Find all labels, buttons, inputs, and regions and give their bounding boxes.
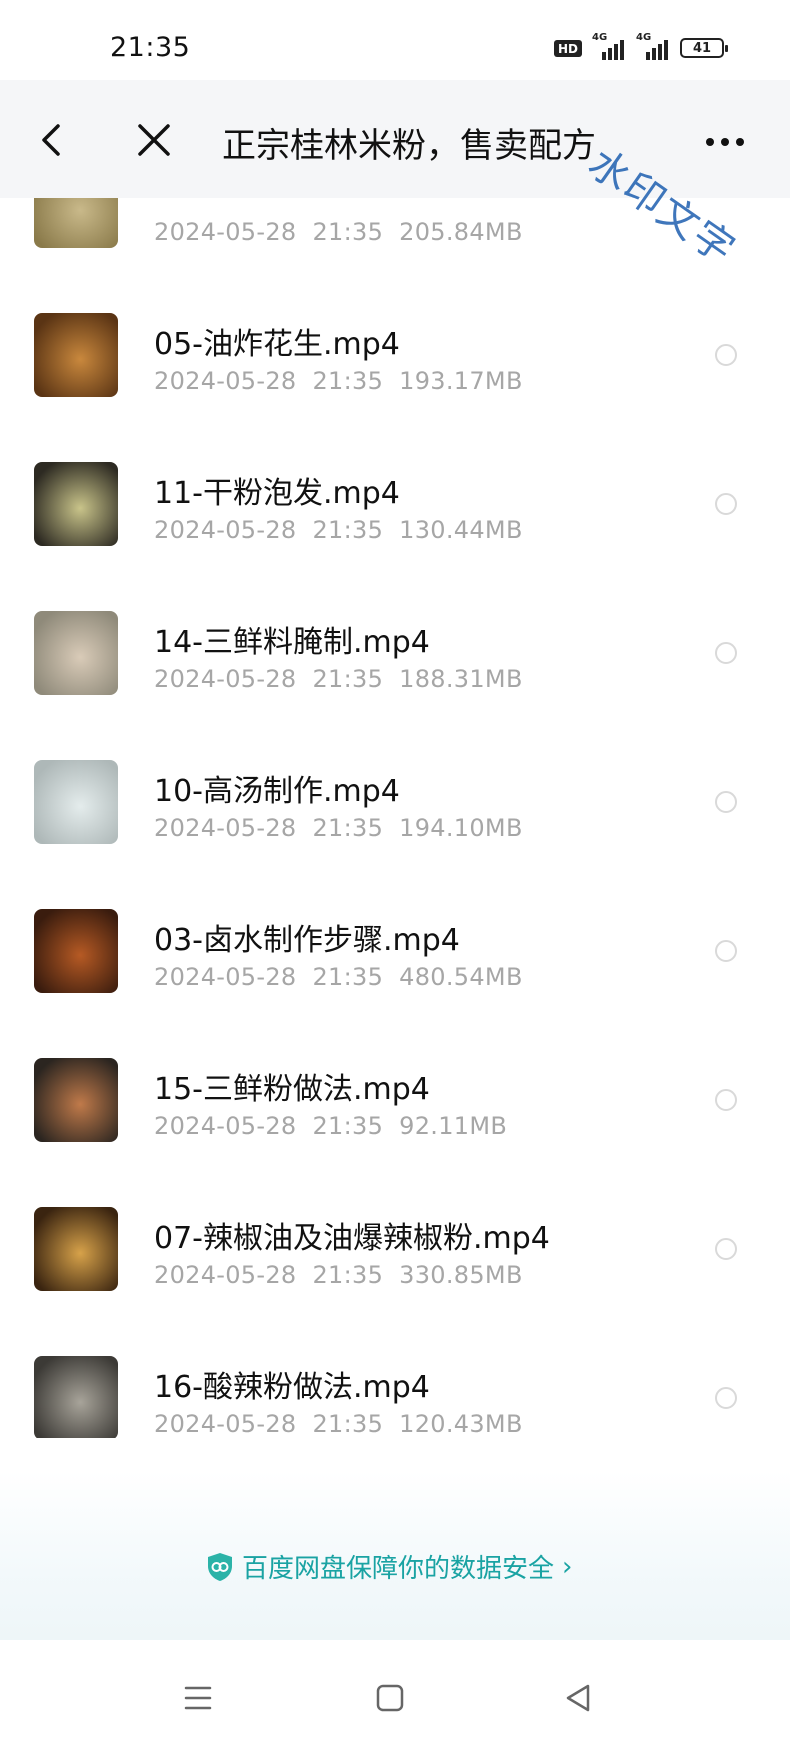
select-radio[interactable]	[715, 1387, 737, 1409]
file-list-item[interactable]: 03-卤水制作步骤.mp4 2024-05-28 21:35 480.54MB	[0, 877, 790, 1025]
select-radio[interactable]	[715, 940, 737, 962]
nav-back-button[interactable]	[558, 1678, 598, 1718]
select-radio[interactable]	[715, 1089, 737, 1111]
security-banner-text: 百度网盘保障你的数据安全	[242, 1554, 555, 1584]
file-size: 130.44MB	[399, 516, 523, 544]
video-thumbnail	[34, 760, 118, 844]
signal-icon: 4G	[592, 32, 626, 60]
file-name: 16-酸辣粉做法.mp4	[154, 1370, 430, 1405]
file-time: 21:35	[312, 516, 384, 544]
select-radio[interactable]	[715, 493, 737, 515]
file-meta: 2024-05-28 21:35 480.54MB	[154, 963, 523, 991]
close-icon	[138, 124, 170, 156]
file-time: 21:35	[312, 1112, 384, 1140]
file-size: 188.31MB	[399, 665, 523, 693]
file-name: 15-三鲜粉做法.mp4	[154, 1072, 430, 1107]
back-triangle-icon	[566, 1684, 590, 1712]
file-list-item[interactable]: 07-辣椒油及油爆辣椒粉.mp4 2024-05-28 21:35 330.85MB	[0, 1175, 790, 1323]
file-date: 2024-05-28	[154, 218, 297, 246]
file-name: 07-辣椒油及油爆辣椒粉.mp4	[154, 1221, 550, 1256]
home-square-icon	[376, 1684, 404, 1712]
file-time: 21:35	[312, 1410, 384, 1438]
chevron-right-icon: ›	[562, 1551, 573, 1582]
signal-icon-2: 4G	[636, 32, 670, 60]
home-button[interactable]	[370, 1678, 410, 1718]
file-meta: 2024-05-28 21:35 205.84MB	[154, 218, 523, 246]
file-size: 193.17MB	[399, 367, 523, 395]
file-meta: 2024-05-28 21:35 330.85MB	[154, 1261, 523, 1289]
file-name: 14-三鲜料腌制.mp4	[154, 625, 430, 660]
file-date: 2024-05-28	[154, 1261, 297, 1289]
file-time: 21:35	[312, 814, 384, 842]
video-thumbnail	[34, 909, 118, 993]
file-time: 21:35	[312, 367, 384, 395]
file-name: 11-干粉泡发.mp4	[154, 476, 400, 511]
menu-button[interactable]	[178, 1678, 218, 1718]
file-meta: 2024-05-28 21:35 193.17MB	[154, 367, 523, 395]
file-name: 03-卤水制作步骤.mp4	[154, 923, 460, 958]
video-thumbnail	[34, 313, 118, 397]
status-time: 21:35	[110, 32, 191, 63]
battery-level: 41	[692, 40, 712, 56]
shield-icon	[208, 1552, 232, 1581]
system-nav-bar	[0, 1640, 790, 1756]
video-thumbnail	[34, 1356, 118, 1438]
file-list-item[interactable]: 16-酸辣粉做法.mp4 2024-05-28 21:35 120.43MB	[0, 1324, 790, 1438]
file-size: 330.85MB	[399, 1261, 523, 1289]
file-time: 21:35	[312, 1261, 384, 1289]
file-list-item[interactable]: 05-油炸花生.mp4 2024-05-28 21:35 193.17MB	[0, 281, 790, 429]
file-list-item[interactable]: 11-干粉泡发.mp4 2024-05-28 21:35 130.44MB	[0, 430, 790, 578]
file-time: 21:35	[312, 963, 384, 991]
video-thumbnail	[34, 611, 118, 695]
file-meta: 2024-05-28 21:35 194.10MB	[154, 814, 523, 842]
select-radio[interactable]	[715, 642, 737, 664]
file-size: 120.43MB	[399, 1410, 523, 1438]
file-date: 2024-05-28	[154, 1112, 297, 1140]
video-thumbnail	[34, 462, 118, 546]
video-thumbnail	[34, 198, 118, 248]
video-thumbnail	[34, 1207, 118, 1291]
file-list-item[interactable]: 15-三鲜粉做法.mp4 2024-05-28 21:35 92.11MB	[0, 1026, 790, 1174]
file-size: 205.84MB	[399, 218, 523, 246]
more-icon	[706, 138, 744, 146]
file-date: 2024-05-28	[154, 367, 297, 395]
file-date: 2024-05-28	[154, 516, 297, 544]
file-name: 05-油炸花生.mp4	[154, 327, 400, 362]
file-list: 2024-05-28 21:35 205.84MB 05-油炸花生.mp4 2024-0…	[0, 198, 790, 1438]
file-meta: 2024-05-28 21:35 120.43MB	[154, 1410, 523, 1438]
file-list-item[interactable]: 10-高汤制作.mp4 2024-05-28 21:35 194.10MB	[0, 728, 790, 876]
more-button[interactable]	[700, 132, 750, 152]
battery-icon: 41	[680, 38, 728, 58]
hd-icon: HD	[553, 39, 582, 57]
file-time: 21:35	[312, 218, 384, 246]
file-list-item[interactable]: 14-三鲜料腌制.mp4 2024-05-28 21:35 188.31MB	[0, 579, 790, 727]
file-time: 21:35	[312, 665, 384, 693]
security-banner-link[interactable]: 百度网盘保障你的数据安全 ›	[206, 1548, 572, 1585]
back-button[interactable]	[34, 118, 74, 162]
file-size: 194.10MB	[399, 814, 523, 842]
file-list-item[interactable]: 2024-05-28 21:35 205.84MB	[0, 198, 790, 280]
file-date: 2024-05-28	[154, 963, 297, 991]
file-meta: 2024-05-28 21:35 92.11MB	[154, 1112, 507, 1140]
status-bar: 21:35 HD 4G 4G 41	[0, 0, 790, 80]
file-size: 480.54MB	[399, 963, 523, 991]
header: 正宗桂林米粉，售卖配方 水印文字	[0, 80, 790, 274]
select-radio[interactable]	[715, 344, 737, 366]
file-date: 2024-05-28	[154, 665, 297, 693]
file-date: 2024-05-28	[154, 814, 297, 842]
select-radio[interactable]	[715, 791, 737, 813]
file-size: 92.11MB	[399, 1112, 508, 1140]
menu-icon	[184, 1686, 212, 1710]
file-meta: 2024-05-28 21:35 188.31MB	[154, 665, 523, 693]
status-icons: HD 4G 4G 41	[553, 32, 728, 60]
file-date: 2024-05-28	[154, 1410, 297, 1438]
video-thumbnail	[34, 1058, 118, 1142]
page-title: 正宗桂林米粉，售卖配方	[222, 126, 596, 166]
select-radio[interactable]	[715, 1238, 737, 1260]
close-button[interactable]	[134, 118, 174, 162]
file-name: 10-高汤制作.mp4	[154, 774, 400, 809]
chevron-left-icon	[42, 124, 60, 156]
file-meta: 2024-05-28 21:35 130.44MB	[154, 516, 523, 544]
